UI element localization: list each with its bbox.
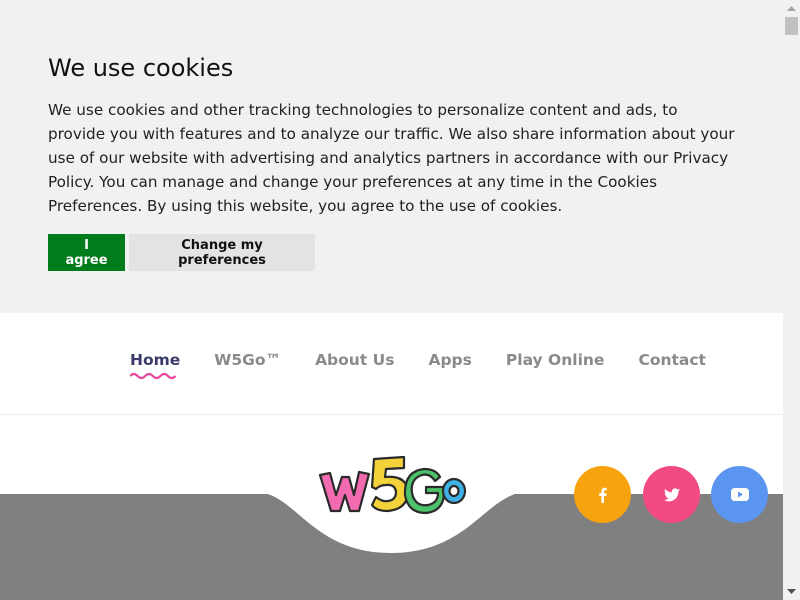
scrollbar-thumb[interactable] bbox=[785, 17, 798, 35]
nav-item-label: Contact bbox=[638, 351, 706, 369]
cookie-actions: I agree Change my preferences bbox=[48, 234, 735, 271]
facebook-icon bbox=[599, 487, 607, 503]
scroll-up-button[interactable] bbox=[783, 0, 800, 17]
twitter-button[interactable] bbox=[643, 466, 700, 523]
nav-item-apps[interactable]: Apps bbox=[428, 351, 471, 369]
agree-button[interactable]: I agree bbox=[48, 234, 125, 271]
nav-item-play-online[interactable]: Play Online bbox=[506, 351, 605, 369]
nav-list: Home W5Go™ About Us Apps Play Online Con… bbox=[130, 351, 740, 380]
cookie-text: We use cookies and other tracking techno… bbox=[48, 101, 735, 215]
nav-item-home[interactable]: Home bbox=[130, 351, 181, 380]
main-nav: Home W5Go™ About Us Apps Play Online Con… bbox=[0, 313, 783, 415]
facebook-button[interactable] bbox=[574, 466, 631, 523]
nav-item-label: About Us bbox=[315, 351, 395, 369]
nav-item-label: Home bbox=[130, 351, 181, 369]
w5go-logo[interactable] bbox=[316, 455, 468, 517]
nav-item-contact[interactable]: Contact bbox=[638, 351, 706, 369]
scroll-down-arrow-icon bbox=[787, 589, 796, 594]
twitter-icon bbox=[663, 487, 680, 501]
nav-item-about-us[interactable]: About Us bbox=[315, 351, 394, 369]
youtube-icon bbox=[730, 488, 749, 501]
scroll-down-button[interactable] bbox=[783, 583, 800, 600]
change-preferences-button[interactable]: Change my preferences bbox=[129, 234, 315, 271]
nav-item-label: W5Go™ bbox=[214, 351, 282, 369]
active-underline-wave bbox=[130, 372, 176, 380]
nav-item-w5go[interactable]: W5Go™ bbox=[214, 351, 281, 369]
page-scrollbar[interactable] bbox=[783, 0, 800, 600]
nav-item-label: Play Online bbox=[505, 351, 605, 369]
cookie-title: We use cookies bbox=[48, 54, 234, 82]
youtube-button[interactable] bbox=[711, 466, 768, 523]
nav-item-label: Apps bbox=[428, 351, 472, 369]
cookie-banner: We use cookies We use cookies and other … bbox=[0, 0, 783, 313]
scroll-up-arrow-icon bbox=[787, 6, 796, 11]
